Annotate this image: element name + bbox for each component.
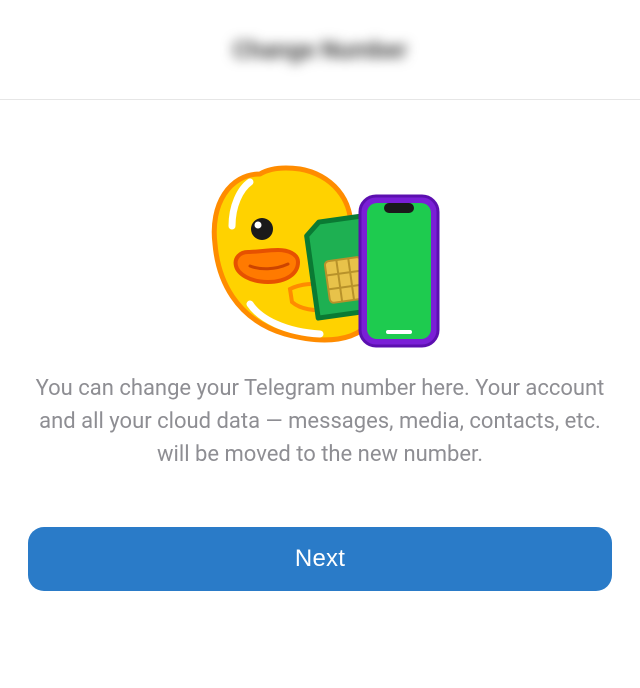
page-title: Change Number xyxy=(233,36,407,64)
description-text: You can change your Telegram number here… xyxy=(28,372,612,471)
duck-sim-phone-illustration xyxy=(190,134,450,354)
main-content: You can change your Telegram number here… xyxy=(0,100,640,591)
header: Change Number xyxy=(0,0,640,100)
next-button[interactable]: Next xyxy=(28,527,612,591)
